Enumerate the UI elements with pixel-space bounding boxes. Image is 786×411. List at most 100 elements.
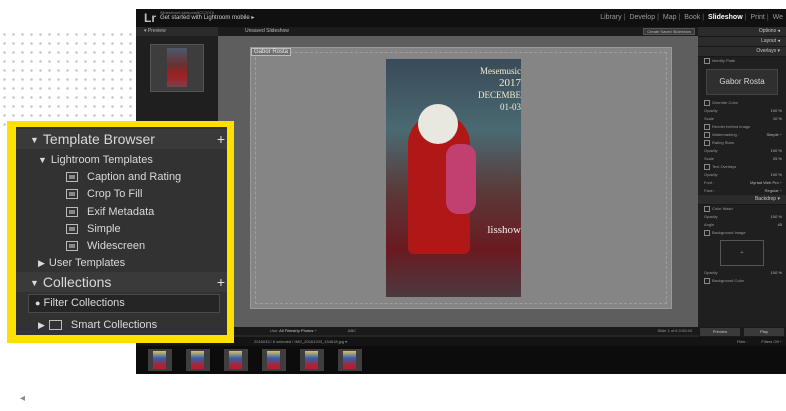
create-saved-slideshow-button[interactable]: Create Saved Slideshow: [643, 28, 695, 35]
smart-collections-label: Smart Collections: [70, 319, 158, 331]
color-wash-label: Color Wash: [712, 206, 733, 211]
background-image-well[interactable]: +: [720, 240, 764, 266]
render-behind-checkbox[interactable]: Render behind image: [698, 123, 786, 131]
scale-label: Scale: [704, 116, 715, 121]
background-color-checkbox[interactable]: Background Color: [698, 277, 786, 285]
template-icon: [66, 224, 78, 235]
opacity-slider[interactable]: Opacity 100 %: [698, 107, 786, 115]
module-picker: Library | Develop | Map | Book | Slideshow | …: [599, 14, 784, 21]
checkbox-icon: [704, 123, 710, 130]
template-label: Exif Metadata: [87, 206, 155, 218]
thumbnail-image: [229, 351, 242, 369]
text-overlays-checkbox[interactable]: Text Overlays: [698, 163, 786, 171]
layout-panel-header[interactable]: Layout ◂: [698, 37, 786, 47]
template-item[interactable]: Widescreen: [16, 238, 227, 254]
module-library[interactable]: Library: [600, 14, 621, 21]
template-icon: [66, 207, 78, 218]
rating-stars-checkbox[interactable]: Rating Stars: [698, 139, 786, 147]
filmstrip-path[interactable]: 2016033 / 6 selected / IMG_20161203_1546…: [254, 339, 347, 344]
collections-header[interactable]: ▼ Collections +: [16, 272, 227, 292]
font-select[interactable]: Font : Myriad Web Pro ÷: [698, 179, 786, 187]
slideshow-title-bar: Unsaved Slideshow Create Saved Slideshow: [218, 27, 698, 36]
opacity-label: Opacity: [704, 214, 718, 219]
template-browser-label: Template Browser: [42, 131, 155, 147]
collapse-panel-icon[interactable]: ◂: [20, 393, 25, 411]
template-item[interactable]: Crop To Fill: [16, 186, 227, 202]
module-book[interactable]: Book: [684, 14, 700, 21]
scale-slider[interactable]: Scale 10 %: [698, 115, 786, 123]
filmstrip-thumbnail[interactable]: [148, 349, 172, 371]
photo-text-line: DECEMBE: [477, 90, 521, 100]
add-text-button[interactable]: ABC: [348, 328, 356, 333]
watermarking-row[interactable]: Watermarking : Simple ÷: [698, 131, 786, 139]
rating-scale-slider[interactable]: Scale 25 %: [698, 155, 786, 163]
smart-collections-folder[interactable]: ▶ Smart Collections: [16, 317, 227, 333]
color-wash-opacity-slider[interactable]: Opacity 100 %: [698, 213, 786, 221]
filter-collections-input[interactable]: ● Filter Collections: [28, 294, 220, 313]
preview-button[interactable]: Preview: [700, 328, 740, 336]
filter-select[interactable]: Filters Off ÷: [761, 337, 782, 346]
template-icon: [66, 172, 78, 183]
slide-photo[interactable]: Mesemusic 2017 DECEMBE 01-03 lisshow: [386, 59, 521, 297]
filmstrip-thumbnail[interactable]: [300, 349, 324, 371]
opacity-value: 100 %: [770, 172, 782, 177]
module-print[interactable]: Print: [750, 14, 764, 21]
filmstrip-thumbnail[interactable]: [262, 349, 286, 371]
identity-line-2[interactable]: Get started with Lightroom mobile ▸: [160, 15, 254, 22]
template-browser-header[interactable]: ▼ Template Browser +: [16, 129, 227, 149]
angle-dial[interactable]: Angle 45: [698, 221, 786, 229]
module-develop[interactable]: Develop: [629, 14, 655, 21]
rating-opacity-slider[interactable]: Opacity 100 %: [698, 147, 786, 155]
play-button[interactable]: Play: [744, 328, 784, 336]
background-image-checkbox[interactable]: Background Image: [698, 229, 786, 237]
template-item[interactable]: Exif Metadata: [16, 204, 227, 220]
photo-text-line: Mesemusic: [480, 66, 521, 76]
user-templates-label: User Templates: [48, 257, 126, 269]
preview-thumbnail: [150, 44, 204, 92]
scale-value: 25 %: [772, 156, 782, 161]
photo-caption-text: Mesemusic 2017 DECEMBE 01-03: [459, 65, 521, 113]
face-select[interactable]: Face : Regular ÷: [698, 187, 786, 195]
photo-subject-beard: [418, 104, 458, 144]
identity-plate-preview[interactable]: Gabor Rosta: [706, 69, 778, 95]
use-select[interactable]: All Filmstrip Photos ÷: [279, 328, 317, 333]
opacity-value: 100 %: [770, 148, 782, 153]
filmstrip-thumbnail[interactable]: [224, 349, 248, 371]
background-opacity-slider[interactable]: Opacity 100 %: [698, 269, 786, 277]
render-behind-label: Render behind image: [712, 124, 751, 129]
lightroom-templates-folder[interactable]: ▼ Lightroom Templates: [16, 152, 227, 168]
module-map[interactable]: Map: [663, 14, 677, 21]
color-wash-checkbox[interactable]: Color Wash: [698, 205, 786, 213]
checkbox-icon: [704, 277, 710, 284]
template-browser-zoom: ▼ Template Browser + ▼ Lightroom Templates…: [16, 127, 227, 335]
overlays-panel-header[interactable]: Overlays ▾: [698, 47, 786, 57]
filmstrip-thumbnail[interactable]: [186, 349, 210, 371]
opacity-value: 100 %: [770, 270, 782, 275]
override-color-checkbox[interactable]: Override Color: [698, 99, 786, 107]
template-item[interactable]: Caption and Rating: [16, 169, 227, 185]
zoom-callout-highlight: ▼ Template Browser + ▼ Lightroom Templates…: [7, 121, 234, 404]
filmstrip-thumbnail[interactable]: [338, 349, 362, 371]
preview-panel-header[interactable]: ▾ Preview: [136, 27, 218, 36]
override-color-label: Override Color: [712, 100, 739, 105]
template-label: Simple: [87, 223, 121, 235]
thumbnail-image: [305, 351, 318, 369]
add-template-icon[interactable]: +: [217, 129, 225, 149]
identity-plate-label: Identity Plate: [712, 58, 736, 63]
module-web[interactable]: We: [773, 14, 783, 21]
lightroom-templates-label: Lightroom Templates: [50, 154, 153, 166]
options-panel-header[interactable]: Options ◂: [698, 27, 786, 37]
add-collection-icon[interactable]: +: [217, 272, 225, 292]
template-label: Caption and Rating: [87, 171, 182, 183]
text-opacity-slider[interactable]: Opacity 100 %: [698, 171, 786, 179]
unsaved-slideshow-label: Unsaved Slideshow: [245, 28, 289, 34]
user-templates-folder[interactable]: ▶ User Templates: [16, 255, 227, 271]
module-slideshow[interactable]: Slideshow: [708, 14, 743, 21]
face-label: Face :: [704, 188, 716, 193]
background-image-label: Background Image: [712, 230, 746, 235]
identity-plate-overlay[interactable]: Gabor Rosta: [251, 48, 292, 56]
identity-plate-checkbox[interactable]: Identity Plate: [698, 57, 786, 65]
filter-collections-placeholder: Filter Collections: [43, 297, 125, 309]
template-item[interactable]: Simple: [16, 221, 227, 237]
backdrop-panel-header[interactable]: Backdrop ▾: [698, 195, 786, 205]
